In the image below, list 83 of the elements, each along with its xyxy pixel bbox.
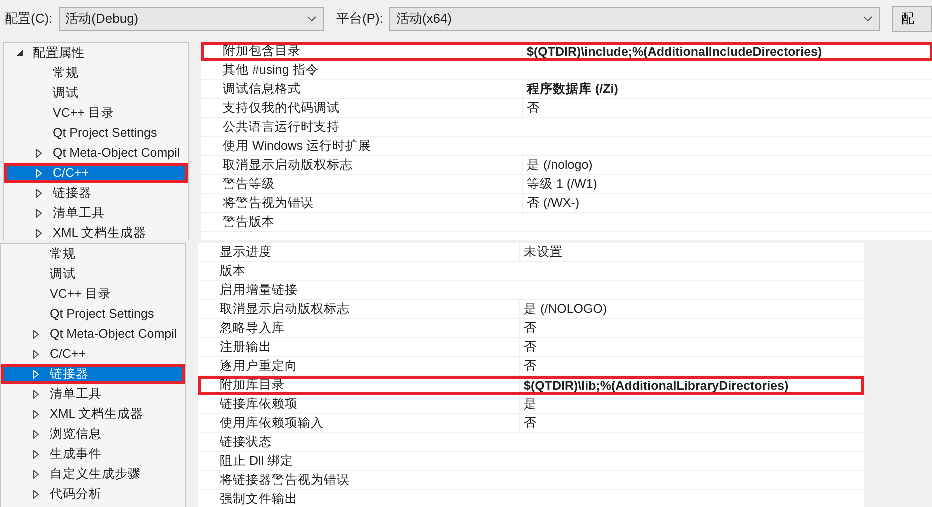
property-name: 将链接器警告视为错误 — [219, 472, 351, 488]
tree-item[interactable]: Qt Meta-Object Compil — [4, 143, 188, 163]
property-name: 其他 #using 指令 — [222, 62, 320, 79]
collapsed-arrow-icon[interactable] — [33, 470, 39, 478]
property-name: 警告版本 — [222, 214, 276, 230]
tree-item[interactable]: 链接器 — [4, 183, 188, 203]
tree-item[interactable]: 清单工具 — [1, 384, 185, 404]
tree-item[interactable]: 链接器 — [1, 364, 185, 384]
tree-item[interactable]: Qt Meta-Object Compil — [1, 324, 185, 344]
property-value: 等级 1 (/W1) — [522, 175, 598, 193]
tree-item[interactable]: 调试 — [1, 264, 185, 284]
property-name: 取消显示启动版权标志 — [219, 300, 351, 318]
platform-dropdown[interactable]: 活动(x64) — [389, 7, 880, 31]
tree-item[interactable]: 调试 — [4, 83, 188, 103]
property-value: 未设置 — [519, 243, 563, 261]
collapsed-arrow-icon[interactable] — [33, 350, 39, 358]
property-name: 使用 Windows 运行时扩展 — [222, 138, 373, 154]
tree-item[interactable]: C/C++ — [4, 163, 188, 183]
property-name: 忽略导入库 — [219, 320, 286, 336]
property-name: 支持仅我的代码调试 — [222, 100, 341, 116]
property-name: 公共语言运行时支持 — [222, 118, 341, 136]
property-value: 否 — [519, 319, 537, 337]
property-name: 显示进度 — [219, 244, 273, 260]
collapsed-arrow-icon[interactable] — [33, 450, 39, 458]
tree-item[interactable]: 生成事件 — [1, 444, 185, 464]
property-value: $(QTDIR)\include;%(AdditionalIncludeDirectories) — [522, 45, 822, 58]
property-name: 强制文件输出 — [219, 490, 299, 507]
tree-item[interactable]: XML 文档生成器 — [4, 223, 188, 240]
tree-item[interactable]: C/C++ — [1, 344, 185, 364]
property-name: 逐用户重定向 — [219, 358, 299, 374]
config-dropdown[interactable]: 活动(Debug) — [58, 7, 324, 31]
highlighted-row[interactable]: 附加库目录 $(QTDIR)\lib;%(AdditionalLibraryDirectories) — [198, 376, 864, 395]
tree-item[interactable]: 常规 — [1, 244, 185, 264]
tree-item[interactable]: 自定义生成步骤 — [1, 464, 185, 484]
property-value: 否 — [519, 338, 537, 356]
chevron-icon — [863, 16, 874, 22]
property-name: 取消显示启动版权标志 — [222, 156, 354, 174]
property-name: 调试信息格式 — [222, 80, 302, 98]
property-value: 否 — [519, 414, 537, 432]
property-value: 否 (/WX-) — [522, 194, 580, 212]
collapsed-arrow-icon[interactable] — [33, 390, 39, 398]
property-value: 是 (/NOLOGO) — [519, 300, 608, 318]
property-name: 附加包含目录 — [222, 45, 302, 58]
property-name: 警告等级 — [222, 176, 276, 192]
property-value: 是 (/nologo) — [522, 156, 593, 174]
collapsed-arrow-icon[interactable] — [36, 208, 42, 218]
collapsed-arrow-icon[interactable] — [33, 330, 39, 338]
tree-item[interactable]: VC++ 目录 — [4, 103, 188, 123]
collapsed-arrow-icon[interactable] — [36, 228, 42, 238]
property-value: 程序数据库 (/Zi) — [522, 80, 618, 98]
property-name: 阻止 Dll 绑定 — [219, 452, 295, 470]
property-name: 附加库目录 — [219, 379, 286, 392]
property-name: 启用增量链接 — [219, 282, 299, 298]
collapsed-arrow-icon[interactable] — [33, 490, 39, 498]
platform-label: 平台(P): — [336, 10, 384, 28]
tree-item[interactable]: 浏览信息 — [1, 424, 185, 444]
property-value: $(QTDIR)\lib;%(AdditionalLibraryDirectories) — [519, 379, 789, 392]
property-name: 版本 — [219, 262, 247, 280]
collapsed-arrow-icon[interactable] — [36, 148, 42, 158]
highlighted-row[interactable]: 附加包含目录 $(QTDIR)\include;%(AdditionalIncludeDirectories) — [201, 42, 932, 61]
property-name: 注册输出 — [219, 338, 273, 356]
property-value: 否 — [522, 99, 540, 117]
tree-item[interactable]: 代码分析 — [1, 484, 185, 504]
property-name: 将警告视为错误 — [222, 194, 315, 212]
tree-item[interactable]: Qt Project Settings — [4, 123, 188, 143]
tree-item[interactable]: 配置属性 — [4, 43, 188, 63]
expanded-arrow-icon[interactable] — [16, 49, 24, 57]
config-label: 配置(C): — [5, 10, 53, 28]
collapsed-arrow-icon[interactable] — [36, 188, 42, 198]
collapsed-arrow-icon[interactable] — [33, 430, 39, 438]
config-manager-button[interactable]: 配 — [892, 6, 932, 32]
property-value: 否 — [519, 357, 537, 375]
chevron-icon — [307, 16, 318, 22]
property-name: 链接库依赖项 — [219, 396, 299, 412]
tree-item[interactable]: XML 文档生成器 — [1, 404, 185, 424]
tree-item[interactable]: 常规 — [4, 63, 188, 83]
tree-item[interactable]: VC++ 目录 — [1, 284, 185, 304]
collapsed-arrow-icon[interactable] — [33, 410, 39, 418]
property-value: 是 — [519, 395, 537, 413]
property-name: 链接状态 — [219, 434, 273, 450]
tree-item[interactable]: Qt Project Settings — [1, 304, 185, 324]
property-name: 使用库依赖项输入 — [219, 414, 325, 432]
tree-item[interactable]: 清单工具 — [4, 203, 188, 223]
